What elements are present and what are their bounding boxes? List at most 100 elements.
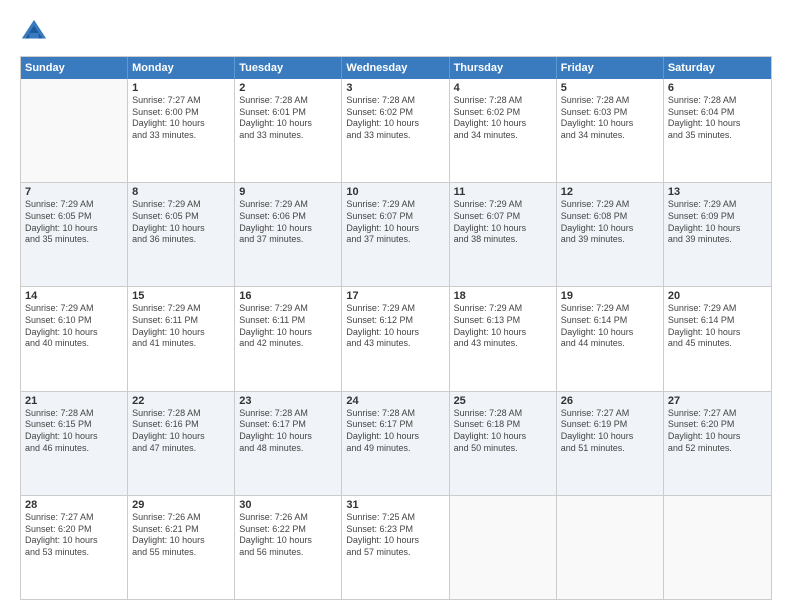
day-number: 14 — [25, 290, 123, 302]
calendar-cell: 8Sunrise: 7:29 AM Sunset: 6:05 PM Daylig… — [128, 183, 235, 286]
day-number: 13 — [668, 186, 767, 198]
day-info: Sunrise: 7:27 AM Sunset: 6:00 PM Dayligh… — [132, 95, 230, 142]
day-info: Sunrise: 7:25 AM Sunset: 6:23 PM Dayligh… — [346, 512, 444, 559]
day-number: 22 — [132, 395, 230, 407]
day-info: Sunrise: 7:29 AM Sunset: 6:11 PM Dayligh… — [239, 303, 337, 350]
day-info: Sunrise: 7:29 AM Sunset: 6:14 PM Dayligh… — [561, 303, 659, 350]
calendar-cell: 15Sunrise: 7:29 AM Sunset: 6:11 PM Dayli… — [128, 287, 235, 390]
day-number: 23 — [239, 395, 337, 407]
day-number: 25 — [454, 395, 552, 407]
weekday-header: Sunday — [21, 57, 128, 79]
day-info: Sunrise: 7:28 AM Sunset: 6:15 PM Dayligh… — [25, 408, 123, 455]
day-info: Sunrise: 7:27 AM Sunset: 6:20 PM Dayligh… — [668, 408, 767, 455]
day-info: Sunrise: 7:28 AM Sunset: 6:04 PM Dayligh… — [668, 95, 767, 142]
day-info: Sunrise: 7:29 AM Sunset: 6:05 PM Dayligh… — [25, 199, 123, 246]
calendar-cell: 5Sunrise: 7:28 AM Sunset: 6:03 PM Daylig… — [557, 79, 664, 182]
day-number: 2 — [239, 82, 337, 94]
calendar-cell: 24Sunrise: 7:28 AM Sunset: 6:17 PM Dayli… — [342, 392, 449, 495]
day-number: 21 — [25, 395, 123, 407]
day-number: 31 — [346, 499, 444, 511]
weekday-header: Wednesday — [342, 57, 449, 79]
day-number: 16 — [239, 290, 337, 302]
day-number: 4 — [454, 82, 552, 94]
day-info: Sunrise: 7:28 AM Sunset: 6:02 PM Dayligh… — [454, 95, 552, 142]
day-number: 24 — [346, 395, 444, 407]
calendar-cell: 18Sunrise: 7:29 AM Sunset: 6:13 PM Dayli… — [450, 287, 557, 390]
calendar-cell: 21Sunrise: 7:28 AM Sunset: 6:15 PM Dayli… — [21, 392, 128, 495]
day-number: 5 — [561, 82, 659, 94]
calendar-cell: 2Sunrise: 7:28 AM Sunset: 6:01 PM Daylig… — [235, 79, 342, 182]
calendar-cell — [450, 496, 557, 599]
day-info: Sunrise: 7:26 AM Sunset: 6:22 PM Dayligh… — [239, 512, 337, 559]
day-number: 26 — [561, 395, 659, 407]
day-number: 18 — [454, 290, 552, 302]
calendar-cell: 14Sunrise: 7:29 AM Sunset: 6:10 PM Dayli… — [21, 287, 128, 390]
day-info: Sunrise: 7:28 AM Sunset: 6:17 PM Dayligh… — [239, 408, 337, 455]
weekday-header: Friday — [557, 57, 664, 79]
day-info: Sunrise: 7:29 AM Sunset: 6:08 PM Dayligh… — [561, 199, 659, 246]
calendar-cell: 11Sunrise: 7:29 AM Sunset: 6:07 PM Dayli… — [450, 183, 557, 286]
calendar-cell — [557, 496, 664, 599]
day-info: Sunrise: 7:28 AM Sunset: 6:02 PM Dayligh… — [346, 95, 444, 142]
day-number: 12 — [561, 186, 659, 198]
calendar-cell: 7Sunrise: 7:29 AM Sunset: 6:05 PM Daylig… — [21, 183, 128, 286]
day-info: Sunrise: 7:29 AM Sunset: 6:09 PM Dayligh… — [668, 199, 767, 246]
day-info: Sunrise: 7:29 AM Sunset: 6:14 PM Dayligh… — [668, 303, 767, 350]
day-info: Sunrise: 7:29 AM Sunset: 6:05 PM Dayligh… — [132, 199, 230, 246]
calendar: SundayMondayTuesdayWednesdayThursdayFrid… — [20, 56, 772, 600]
day-number: 17 — [346, 290, 444, 302]
day-number: 10 — [346, 186, 444, 198]
day-number: 11 — [454, 186, 552, 198]
day-info: Sunrise: 7:29 AM Sunset: 6:07 PM Dayligh… — [346, 199, 444, 246]
day-info: Sunrise: 7:28 AM Sunset: 6:01 PM Dayligh… — [239, 95, 337, 142]
calendar-cell: 13Sunrise: 7:29 AM Sunset: 6:09 PM Dayli… — [664, 183, 771, 286]
calendar-cell: 9Sunrise: 7:29 AM Sunset: 6:06 PM Daylig… — [235, 183, 342, 286]
header — [20, 18, 772, 46]
logo-icon — [20, 18, 48, 46]
calendar-cell: 30Sunrise: 7:26 AM Sunset: 6:22 PM Dayli… — [235, 496, 342, 599]
day-number: 30 — [239, 499, 337, 511]
day-number: 8 — [132, 186, 230, 198]
calendar-cell: 6Sunrise: 7:28 AM Sunset: 6:04 PM Daylig… — [664, 79, 771, 182]
day-number: 28 — [25, 499, 123, 511]
calendar-cell — [664, 496, 771, 599]
day-number: 9 — [239, 186, 337, 198]
day-info: Sunrise: 7:29 AM Sunset: 6:07 PM Dayligh… — [454, 199, 552, 246]
day-number: 19 — [561, 290, 659, 302]
calendar-cell: 25Sunrise: 7:28 AM Sunset: 6:18 PM Dayli… — [450, 392, 557, 495]
calendar-body: 1Sunrise: 7:27 AM Sunset: 6:00 PM Daylig… — [21, 79, 771, 599]
day-number: 3 — [346, 82, 444, 94]
calendar-cell: 27Sunrise: 7:27 AM Sunset: 6:20 PM Dayli… — [664, 392, 771, 495]
logo — [20, 18, 52, 46]
day-number: 1 — [132, 82, 230, 94]
calendar-row: 28Sunrise: 7:27 AM Sunset: 6:20 PM Dayli… — [21, 496, 771, 599]
weekday-header: Monday — [128, 57, 235, 79]
day-number: 27 — [668, 395, 767, 407]
calendar-row: 21Sunrise: 7:28 AM Sunset: 6:15 PM Dayli… — [21, 392, 771, 496]
calendar-cell: 3Sunrise: 7:28 AM Sunset: 6:02 PM Daylig… — [342, 79, 449, 182]
calendar-cell: 28Sunrise: 7:27 AM Sunset: 6:20 PM Dayli… — [21, 496, 128, 599]
calendar-cell: 23Sunrise: 7:28 AM Sunset: 6:17 PM Dayli… — [235, 392, 342, 495]
day-number: 20 — [668, 290, 767, 302]
calendar-header: SundayMondayTuesdayWednesdayThursdayFrid… — [21, 57, 771, 79]
day-info: Sunrise: 7:29 AM Sunset: 6:11 PM Dayligh… — [132, 303, 230, 350]
calendar-cell: 10Sunrise: 7:29 AM Sunset: 6:07 PM Dayli… — [342, 183, 449, 286]
day-info: Sunrise: 7:29 AM Sunset: 6:12 PM Dayligh… — [346, 303, 444, 350]
day-info: Sunrise: 7:29 AM Sunset: 6:13 PM Dayligh… — [454, 303, 552, 350]
day-number: 15 — [132, 290, 230, 302]
day-info: Sunrise: 7:26 AM Sunset: 6:21 PM Dayligh… — [132, 512, 230, 559]
calendar-cell: 16Sunrise: 7:29 AM Sunset: 6:11 PM Dayli… — [235, 287, 342, 390]
calendar-cell: 22Sunrise: 7:28 AM Sunset: 6:16 PM Dayli… — [128, 392, 235, 495]
calendar-row: 1Sunrise: 7:27 AM Sunset: 6:00 PM Daylig… — [21, 79, 771, 183]
weekday-header: Thursday — [450, 57, 557, 79]
calendar-cell: 26Sunrise: 7:27 AM Sunset: 6:19 PM Dayli… — [557, 392, 664, 495]
weekday-header: Tuesday — [235, 57, 342, 79]
day-info: Sunrise: 7:28 AM Sunset: 6:17 PM Dayligh… — [346, 408, 444, 455]
calendar-cell: 31Sunrise: 7:25 AM Sunset: 6:23 PM Dayli… — [342, 496, 449, 599]
day-number: 29 — [132, 499, 230, 511]
calendar-cell: 1Sunrise: 7:27 AM Sunset: 6:00 PM Daylig… — [128, 79, 235, 182]
day-info: Sunrise: 7:29 AM Sunset: 6:06 PM Dayligh… — [239, 199, 337, 246]
calendar-cell: 4Sunrise: 7:28 AM Sunset: 6:02 PM Daylig… — [450, 79, 557, 182]
calendar-cell — [21, 79, 128, 182]
weekday-header: Saturday — [664, 57, 771, 79]
